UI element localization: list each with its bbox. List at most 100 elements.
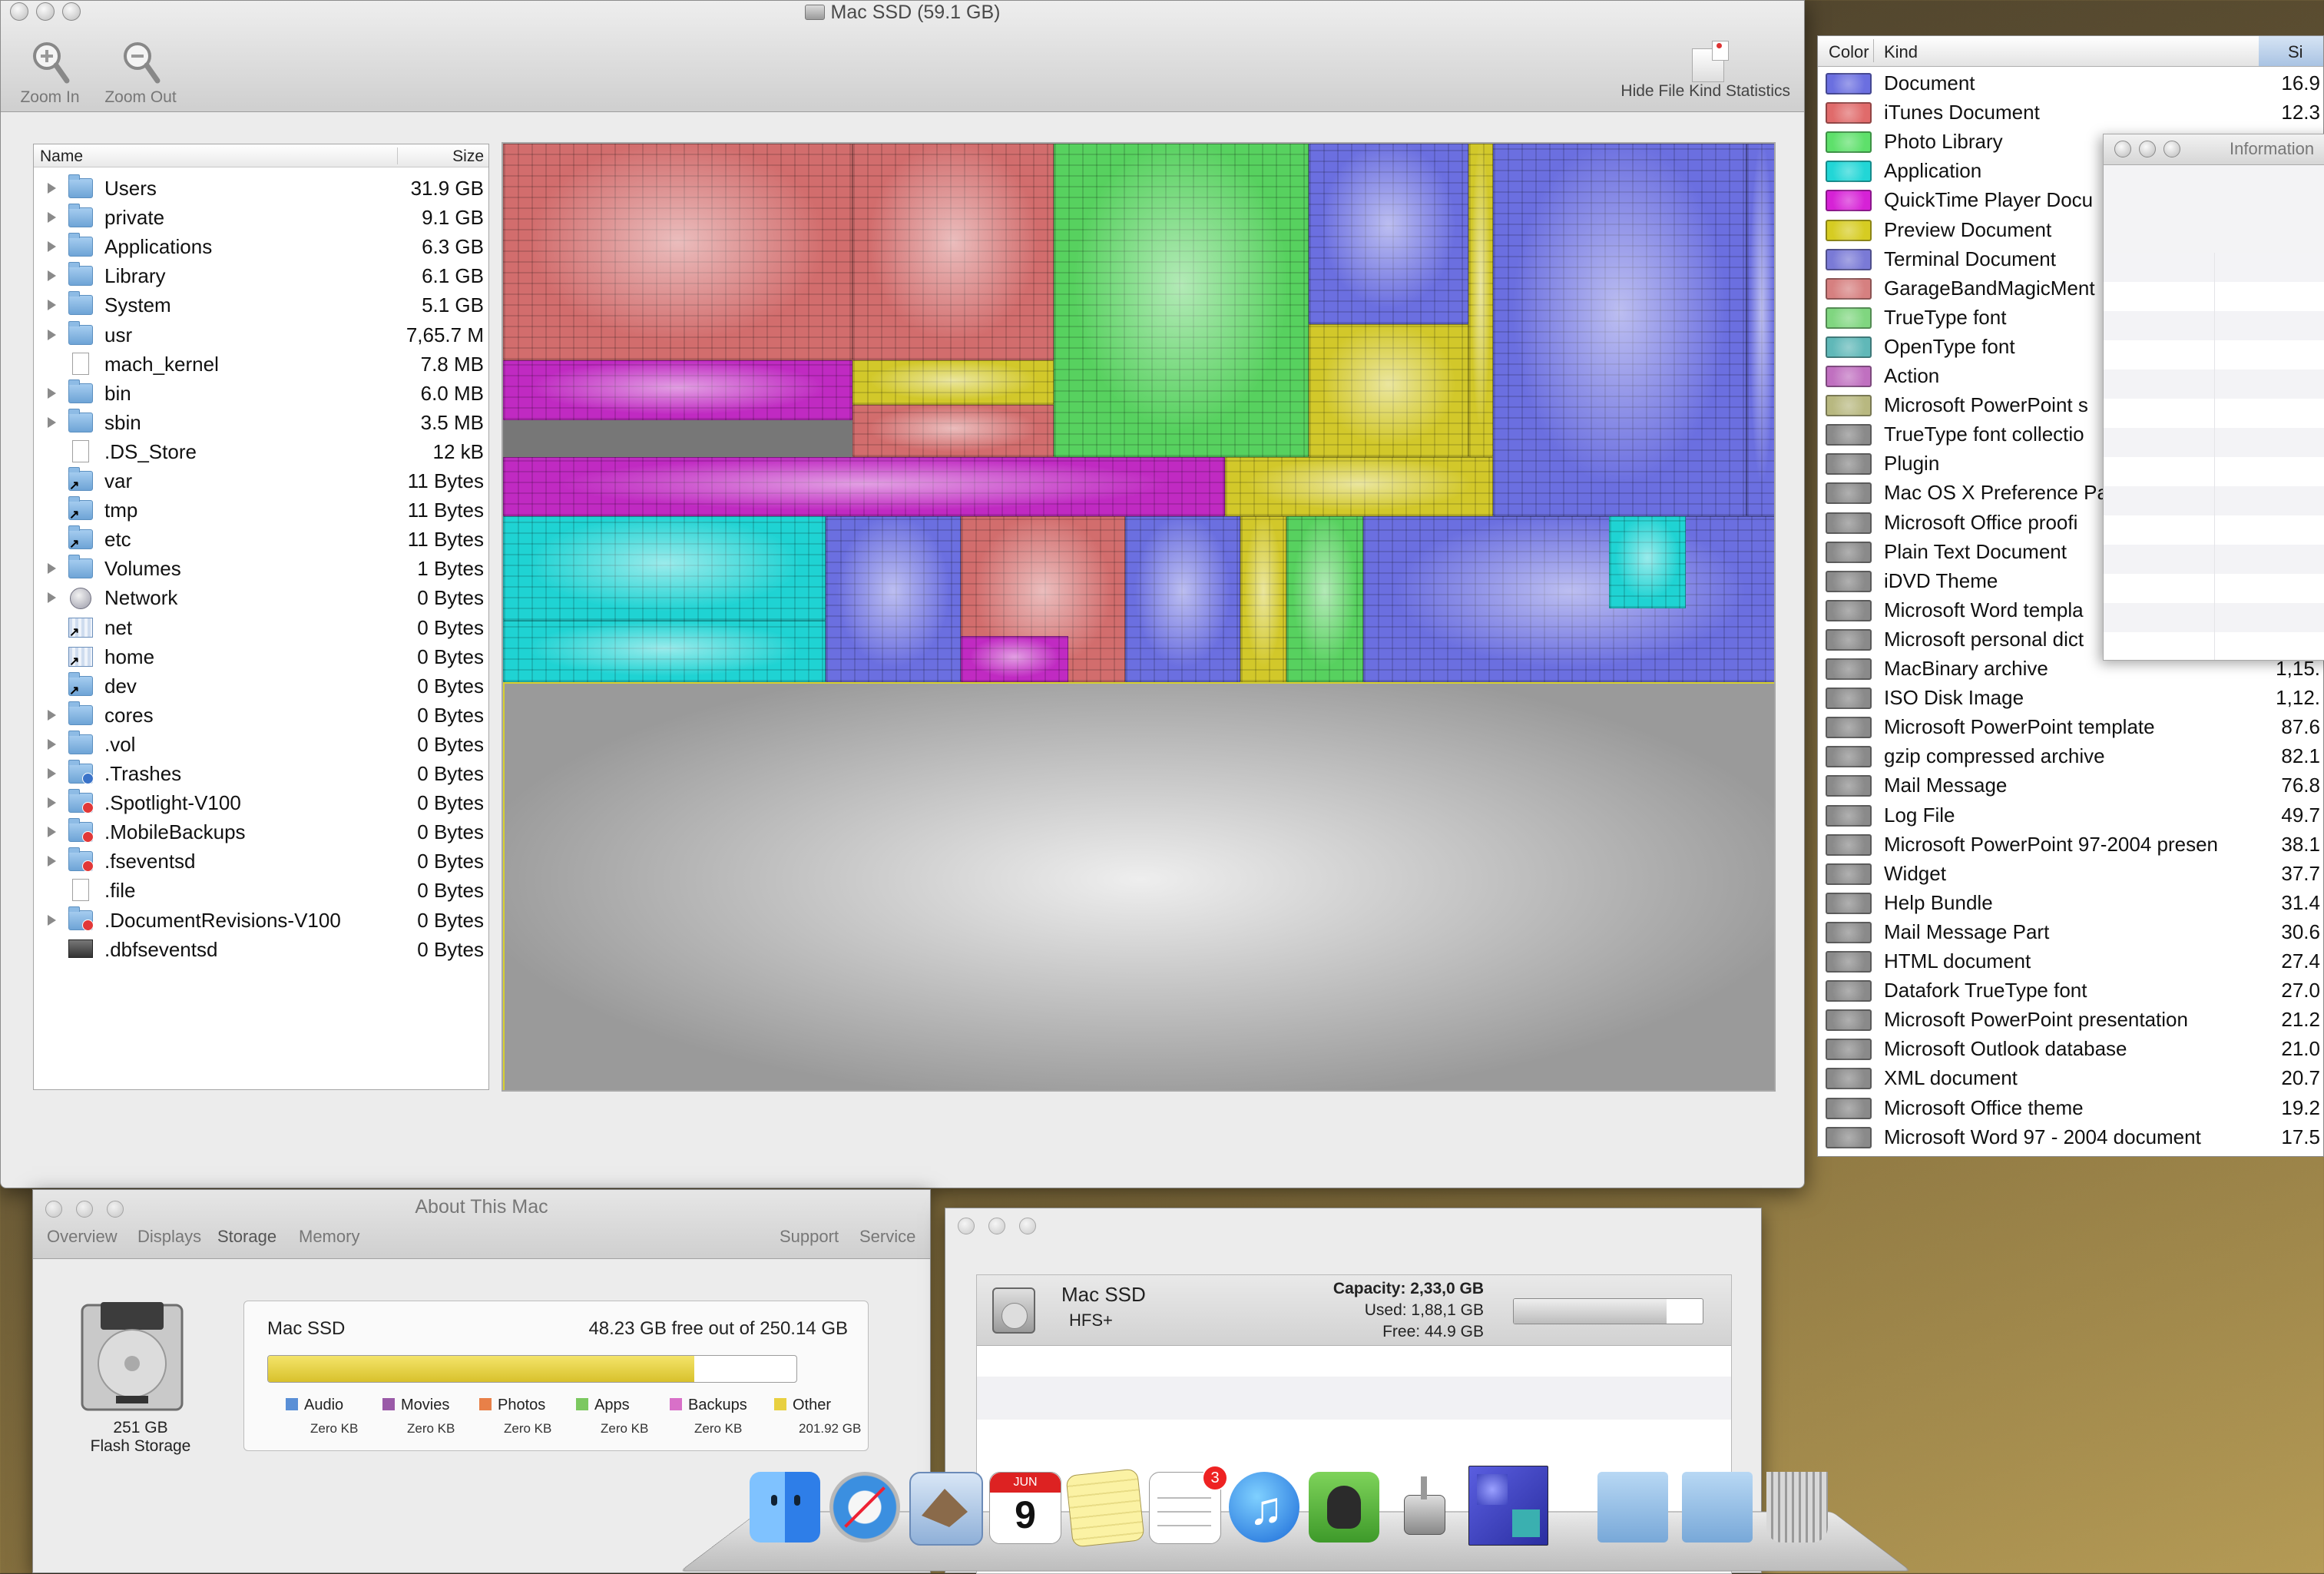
- size-column-header-kinds[interactable]: Si: [2288, 42, 2303, 62]
- disk-row[interactable]: Mac SSD HFS+ Capacity: 2,33,0 GB Used: 1…: [977, 1275, 1731, 1346]
- mail-icon[interactable]: [909, 1472, 983, 1546]
- file-row[interactable]: Volumes 1 Bytes: [34, 554, 488, 583]
- disclosure-triangle-icon[interactable]: [48, 709, 56, 721]
- itunes-tile[interactable]: [503, 144, 852, 360]
- document-tile[interactable]: [1363, 516, 1774, 682]
- hide-file-kind-statistics-button[interactable]: Hide File Kind Statistics: [1621, 41, 1790, 101]
- file-row[interactable]: private 9.1 GB: [34, 203, 488, 232]
- reminders-icon[interactable]: 3: [1149, 1465, 1228, 1544]
- quicktime-tile[interactable]: [503, 457, 1225, 516]
- tab-overview[interactable]: Overview: [47, 1227, 118, 1247]
- applications-stack-icon[interactable]: [1597, 1472, 1668, 1543]
- disclosure-triangle-icon[interactable]: [48, 416, 56, 428]
- evernote-icon[interactable]: [1309, 1472, 1379, 1543]
- document-tile[interactable]: [1493, 144, 1746, 516]
- kind-row[interactable]: Document 16.9: [1818, 68, 2323, 98]
- notes-icon[interactable]: [1065, 1468, 1145, 1548]
- file-row[interactable]: Network 0 Bytes: [34, 583, 488, 612]
- file-row[interactable]: .file 0 Bytes: [34, 876, 488, 905]
- document-tile[interactable]: [826, 516, 961, 682]
- kind-row[interactable]: Microsoft PowerPoint presentation 21.2: [1818, 1005, 2323, 1034]
- preview-tile[interactable]: [1468, 144, 1493, 457]
- size-column-header[interactable]: Size: [399, 147, 484, 166]
- kind-row[interactable]: Microsoft Office theme 19.2: [1818, 1093, 2323, 1122]
- file-list[interactable]: Name Size Users 31.9 GB private 9.1 GB Appli…: [33, 144, 489, 1090]
- disclosure-triangle-icon[interactable]: [48, 856, 56, 867]
- kind-row[interactable]: Log File 49.7: [1818, 800, 2323, 830]
- other-files-tile[interactable]: [503, 682, 1774, 1090]
- info-minimize-button[interactable]: [2139, 141, 2156, 157]
- disclosure-triangle-icon[interactable]: [48, 300, 56, 311]
- safari-icon[interactable]: [829, 1472, 900, 1543]
- disclosure-triangle-icon[interactable]: [48, 212, 56, 224]
- file-row[interactable]: tmp 11 Bytes: [34, 495, 488, 525]
- file-row[interactable]: net 0 Bytes: [34, 613, 488, 642]
- grandperspective-icon[interactable]: [1468, 1466, 1548, 1546]
- disk-close-button[interactable]: [958, 1218, 975, 1234]
- file-row[interactable]: .DS_Store 12 kB: [34, 437, 488, 466]
- disclosure-triangle-icon[interactable]: [48, 768, 56, 779]
- disclosure-triangle-icon[interactable]: [48, 387, 56, 399]
- file-row[interactable]: sbin 3.5 MB: [34, 408, 488, 437]
- name-column-header[interactable]: Name: [40, 147, 83, 166]
- disclosure-triangle-icon[interactable]: [48, 183, 56, 194]
- tab-displays[interactable]: Displays: [137, 1227, 201, 1247]
- quicktime-tile[interactable]: [503, 360, 852, 420]
- disclosure-triangle-icon[interactable]: [48, 827, 56, 838]
- file-row[interactable]: var 11 Bytes: [34, 466, 488, 495]
- preview-tile[interactable]: [1225, 457, 1493, 516]
- info-zoom-button[interactable]: [2163, 141, 2180, 157]
- file-row[interactable]: .MobileBackups 0 Bytes: [34, 817, 488, 847]
- preview-tile[interactable]: [852, 360, 1054, 405]
- file-row[interactable]: .dbfseventsd 0 Bytes: [34, 935, 488, 964]
- kind-row[interactable]: ISO Disk Image 1,12.: [1818, 683, 2323, 712]
- info-close-button[interactable]: [2114, 141, 2131, 157]
- preview-tile[interactable]: [1240, 516, 1286, 682]
- kind-row[interactable]: HTML document 27.4: [1818, 946, 2323, 976]
- file-row[interactable]: .Spotlight-V100 0 Bytes: [34, 788, 488, 817]
- file-row[interactable]: bin 6.0 MB: [34, 379, 488, 408]
- application-tile[interactable]: [503, 516, 826, 621]
- kind-row[interactable]: Microsoft Word 97 - 2004 document 17.5: [1818, 1122, 2323, 1152]
- application-tile[interactable]: [1609, 516, 1686, 608]
- kind-row[interactable]: Microsoft PowerPoint template 87.6: [1818, 712, 2323, 741]
- file-row[interactable]: etc 11 Bytes: [34, 525, 488, 554]
- disk-minimize-button[interactable]: [988, 1218, 1005, 1234]
- file-row[interactable]: .fseventsd 0 Bytes: [34, 847, 488, 876]
- file-row[interactable]: home 0 Bytes: [34, 642, 488, 671]
- disk-zoom-button[interactable]: [1019, 1218, 1036, 1234]
- itunes-tile[interactable]: [852, 144, 1054, 360]
- file-row[interactable]: .vol 0 Bytes: [34, 730, 488, 759]
- tab-memory[interactable]: Memory: [299, 1227, 359, 1247]
- file-row[interactable]: Library 6.1 GB: [34, 261, 488, 290]
- support-link[interactable]: Support: [780, 1227, 839, 1247]
- photo-library-tile[interactable]: [1054, 144, 1309, 457]
- file-row[interactable]: .Trashes 0 Bytes: [34, 759, 488, 788]
- preview-tile[interactable]: [1309, 324, 1468, 457]
- kind-row[interactable]: Widget 37.7: [1818, 859, 2323, 888]
- zoom-out-button[interactable]: Zoom Out: [98, 38, 184, 107]
- file-row[interactable]: dev 0 Bytes: [34, 671, 488, 701]
- tab-storage[interactable]: Storage: [217, 1227, 276, 1247]
- photo-library-tile[interactable]: [1286, 516, 1363, 682]
- file-row[interactable]: mach_kernel 7.8 MB: [34, 350, 488, 379]
- kind-row[interactable]: gzip compressed archive 82.1: [1818, 741, 2323, 770]
- file-row[interactable]: cores 0 Bytes: [34, 701, 488, 730]
- finder-icon[interactable]: [750, 1472, 820, 1543]
- file-row[interactable]: usr 7,65.7 M: [34, 320, 488, 350]
- document-tile[interactable]: [1125, 516, 1240, 682]
- application-tile[interactable]: [503, 621, 826, 682]
- disclosure-triangle-icon[interactable]: [48, 270, 56, 282]
- color-column-header[interactable]: Color: [1829, 42, 1869, 62]
- calendar-icon[interactable]: JUN 9: [989, 1472, 1061, 1544]
- kind-column-header[interactable]: Kind: [1884, 42, 1918, 62]
- file-row[interactable]: Applications 6.3 GB: [34, 232, 488, 261]
- disclosure-triangle-icon[interactable]: [48, 738, 56, 750]
- file-row[interactable]: Users 31.9 GB: [34, 174, 488, 203]
- kind-row[interactable]: XML document 20.7: [1818, 1063, 2323, 1092]
- itunes-icon[interactable]: ♫: [1229, 1472, 1299, 1543]
- document-tile[interactable]: [1746, 144, 1774, 516]
- itunes-tile[interactable]: [852, 405, 1054, 457]
- disclosure-triangle-icon[interactable]: [48, 797, 56, 809]
- kind-row[interactable]: iTunes Document 12.3: [1818, 98, 2323, 127]
